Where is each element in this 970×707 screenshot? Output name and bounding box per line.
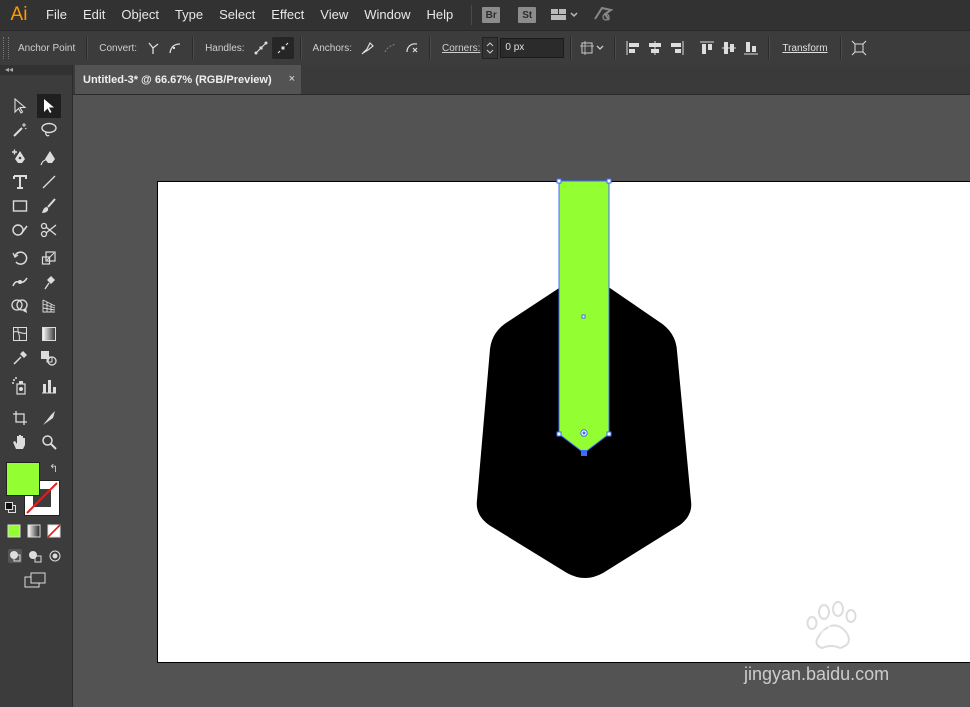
- rotate-tool-icon[interactable]: [8, 246, 32, 270]
- control-bar: Anchor Point Convert: Handles: Anchors: …: [0, 30, 970, 66]
- menu-type[interactable]: Type: [167, 0, 211, 30]
- connect-endpoints-icon[interactable]: [379, 37, 401, 59]
- fill-color-swatch[interactable]: [6, 462, 40, 496]
- screen-mode-icon[interactable]: [22, 571, 48, 589]
- gradient-tool-icon[interactable]: [37, 322, 61, 346]
- menu-effect[interactable]: Effect: [263, 0, 312, 30]
- magic-wand-tool-icon[interactable]: [8, 118, 32, 142]
- app-logo: Ai: [10, 4, 28, 25]
- selection-tool-icon[interactable]: [37, 94, 61, 118]
- handles-label: Handles:: [205, 42, 245, 54]
- workspace-layout-icon[interactable]: [550, 7, 578, 23]
- show-handles-icon[interactable]: [250, 37, 272, 59]
- corners-radius-input[interactable]: 0 px: [500, 38, 565, 58]
- default-fill-stroke-icon[interactable]: [5, 502, 16, 513]
- watermark-url: jingyan.baidu.com: [744, 664, 890, 684]
- corners-label[interactable]: Corners:: [442, 43, 480, 54]
- rectangle-tool-icon[interactable]: [8, 194, 32, 218]
- menu-file[interactable]: File: [38, 0, 75, 30]
- control-divider: [299, 37, 302, 59]
- tools-panel: ◂◂ ↰: [0, 65, 73, 707]
- menu-divider: [471, 5, 473, 25]
- menu-select[interactable]: Select: [211, 0, 263, 30]
- paintbrush-tool-icon[interactable]: [37, 194, 61, 218]
- artboard-tool-icon[interactable]: [8, 406, 32, 430]
- menu-view[interactable]: View: [312, 0, 356, 30]
- baidu-paw-logo: [806, 601, 857, 650]
- scissors-tool-icon[interactable]: [37, 218, 61, 242]
- menu-help[interactable]: Help: [418, 0, 461, 30]
- baidu-watermark: Bai du 经验 jingyan.baidu.com: [730, 600, 970, 707]
- align-vertical-center-icon[interactable]: [718, 37, 740, 59]
- draw-normal-icon[interactable]: [6, 547, 24, 565]
- control-bar-grip[interactable]: [3, 37, 9, 59]
- menu-object[interactable]: Object: [113, 0, 167, 30]
- zoom-tool-icon[interactable]: [37, 430, 61, 454]
- align-horizontal-center-icon[interactable]: [644, 37, 666, 59]
- anchors-label: Anchors:: [312, 42, 352, 54]
- scale-tool-icon[interactable]: [37, 246, 61, 270]
- control-divider: [614, 37, 617, 59]
- collapse-panel-icon[interactable]: ◂◂: [0, 65, 72, 75]
- swap-fill-stroke-icon[interactable]: ↰: [49, 462, 58, 475]
- document-tab-bar: Untitled-3* @ 66.67% (RGB/Preview) ×: [73, 65, 970, 95]
- convert-to-smooth-icon[interactable]: [164, 37, 186, 59]
- shaper-tool-icon[interactable]: [8, 218, 32, 242]
- lasso-tool-icon[interactable]: [37, 118, 61, 142]
- control-divider: [768, 37, 771, 59]
- watermark-brand: Bai: [745, 618, 795, 651]
- align-left-icon[interactable]: [622, 37, 644, 59]
- align-bottom-icon[interactable]: [740, 37, 762, 59]
- control-divider: [570, 37, 573, 59]
- direct-selection-tool-icon[interactable]: [8, 94, 32, 118]
- isolate-selected-icon[interactable]: [848, 37, 870, 59]
- gpu-performance-icon[interactable]: [592, 5, 614, 26]
- control-divider: [839, 37, 842, 59]
- convert-label: Convert:: [99, 42, 138, 54]
- control-divider: [86, 37, 89, 59]
- transform-link[interactable]: Transform: [782, 43, 827, 54]
- color-mode-icon[interactable]: [6, 523, 22, 539]
- watermark-brand-du: du: [820, 624, 845, 646]
- watermark-jingyan: 经验: [852, 627, 905, 657]
- hand-tool-icon[interactable]: [8, 430, 32, 454]
- perspective-grid-tool-icon[interactable]: [37, 294, 61, 318]
- cut-path-icon[interactable]: [401, 37, 423, 59]
- width-warp-tool-icon[interactable]: [8, 270, 32, 294]
- eyedropper-tool-icon[interactable]: [8, 346, 32, 370]
- mesh-tool-icon[interactable]: [8, 322, 32, 346]
- line-segment-tool-icon[interactable]: [37, 170, 61, 194]
- menu-edit[interactable]: Edit: [75, 0, 113, 30]
- document-tab[interactable]: Untitled-3* @ 66.67% (RGB/Preview) ×: [75, 65, 301, 94]
- menu-window[interactable]: Window: [356, 0, 418, 30]
- close-tab-icon[interactable]: ×: [289, 73, 295, 85]
- shape-builder-tool-icon[interactable]: [8, 294, 32, 318]
- control-divider: [429, 37, 431, 59]
- curvature-tool-icon[interactable]: [37, 146, 61, 170]
- puppet-warp-tool-icon[interactable]: [37, 270, 61, 294]
- convert-to-corner-icon[interactable]: [142, 37, 164, 59]
- stock-button[interactable]: St: [518, 7, 537, 23]
- document-tab-title: Untitled-3* @ 66.67% (RGB/Preview): [83, 73, 272, 86]
- hide-handles-icon[interactable]: [271, 37, 294, 59]
- bridge-button[interactable]: Br: [482, 7, 501, 23]
- pixel-align-icon[interactable]: [578, 37, 608, 59]
- menu-bar: Ai File Edit Object Type Select Effect V…: [0, 0, 970, 30]
- align-top-icon[interactable]: [696, 37, 718, 59]
- gradient-mode-icon[interactable]: [26, 523, 42, 539]
- align-right-icon[interactable]: [666, 37, 688, 59]
- draw-inside-icon[interactable]: [46, 547, 64, 565]
- column-graph-tool-icon[interactable]: [37, 374, 61, 398]
- slice-tool-icon[interactable]: [37, 406, 61, 430]
- pen-tool-icon[interactable]: [8, 146, 32, 170]
- blend-tool-icon[interactable]: [37, 346, 61, 370]
- selection-type-label: Anchor Point: [18, 42, 76, 54]
- remove-anchor-icon[interactable]: [357, 37, 379, 59]
- corners-stepper[interactable]: [482, 37, 499, 59]
- none-mode-icon[interactable]: [46, 523, 62, 539]
- draw-behind-icon[interactable]: [26, 547, 44, 565]
- type-tool-icon[interactable]: [8, 170, 32, 194]
- symbol-sprayer-tool-icon[interactable]: [8, 374, 32, 398]
- control-divider: [192, 37, 195, 59]
